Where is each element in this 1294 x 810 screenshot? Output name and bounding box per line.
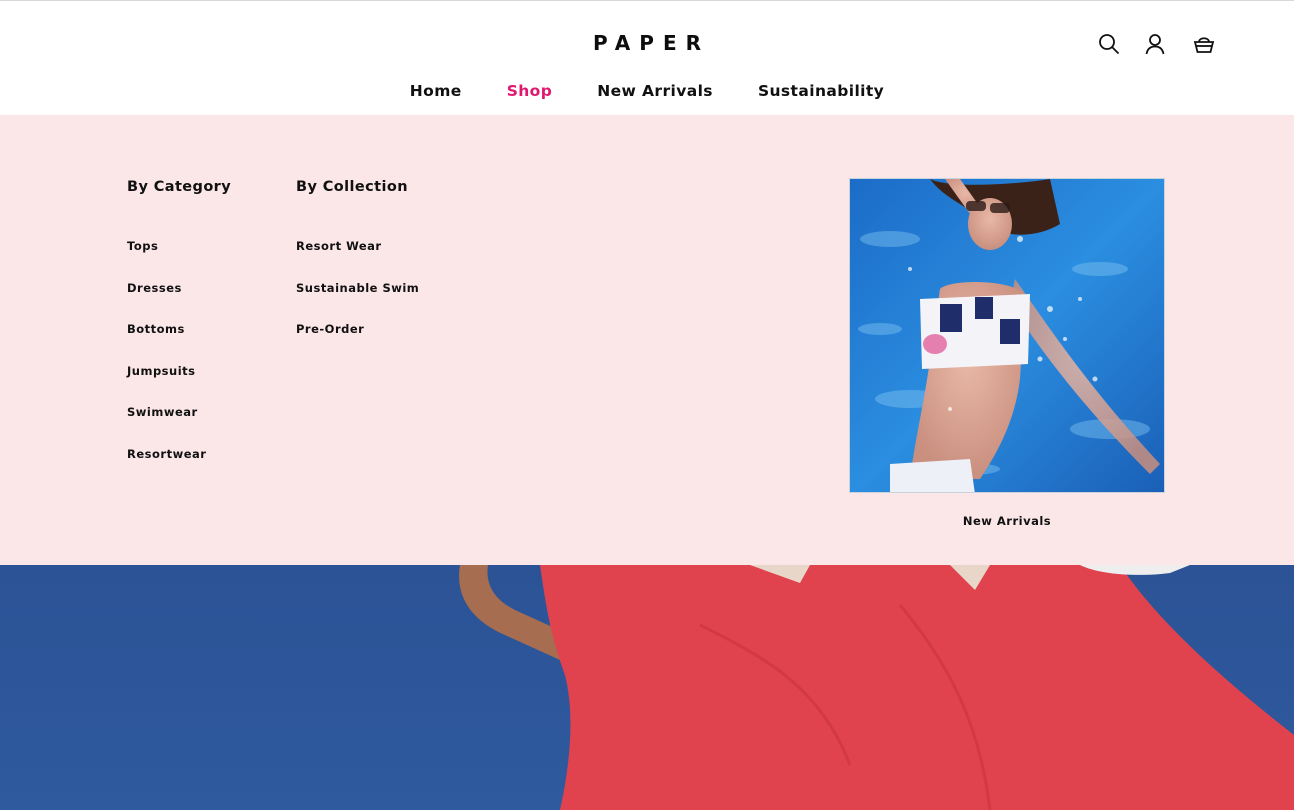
- collection-heading: By Collection: [296, 179, 408, 195]
- main-nav: Home Shop New Arrivals Sustainability: [0, 82, 1294, 100]
- menu-link-jumpsuits[interactable]: Jumpsuits: [127, 364, 206, 406]
- account-icon[interactable]: [1142, 31, 1168, 57]
- menu-link-resort-wear[interactable]: Resort Wear: [296, 239, 419, 281]
- nav-shop[interactable]: Shop: [507, 82, 553, 100]
- menu-link-bottoms[interactable]: Bottoms: [127, 322, 206, 364]
- header-icons: [1096, 32, 1217, 56]
- menu-link-pre-order[interactable]: Pre-Order: [296, 322, 419, 364]
- promo-caption[interactable]: New Arrivals: [849, 514, 1165, 528]
- promo-image[interactable]: [849, 178, 1165, 493]
- hero-banner: [0, 565, 1294, 810]
- site-header: PAPER Home Shop New Arrivals Sustainabil…: [0, 1, 1294, 115]
- nav-new-arrivals[interactable]: New Arrivals: [597, 82, 713, 100]
- menu-link-resortwear[interactable]: Resortwear: [127, 447, 206, 489]
- menu-link-swimwear[interactable]: Swimwear: [127, 405, 206, 447]
- collection-links: Resort Wear Sustainable Swim Pre-Order: [296, 239, 419, 364]
- menu-link-sustainable-swim[interactable]: Sustainable Swim: [296, 281, 419, 323]
- shop-mega-menu: By Category Tops Dresses Bottoms Jumpsui…: [0, 115, 1294, 565]
- search-icon[interactable]: [1096, 31, 1122, 57]
- basket-icon[interactable]: [1191, 31, 1217, 57]
- menu-link-tops[interactable]: Tops: [127, 239, 206, 281]
- nav-home[interactable]: Home: [410, 82, 462, 100]
- category-links: Tops Dresses Bottoms Jumpsuits Swimwear …: [127, 239, 206, 488]
- menu-link-dresses[interactable]: Dresses: [127, 281, 206, 323]
- category-heading: By Category: [127, 179, 232, 195]
- nav-sustainability[interactable]: Sustainability: [758, 82, 884, 100]
